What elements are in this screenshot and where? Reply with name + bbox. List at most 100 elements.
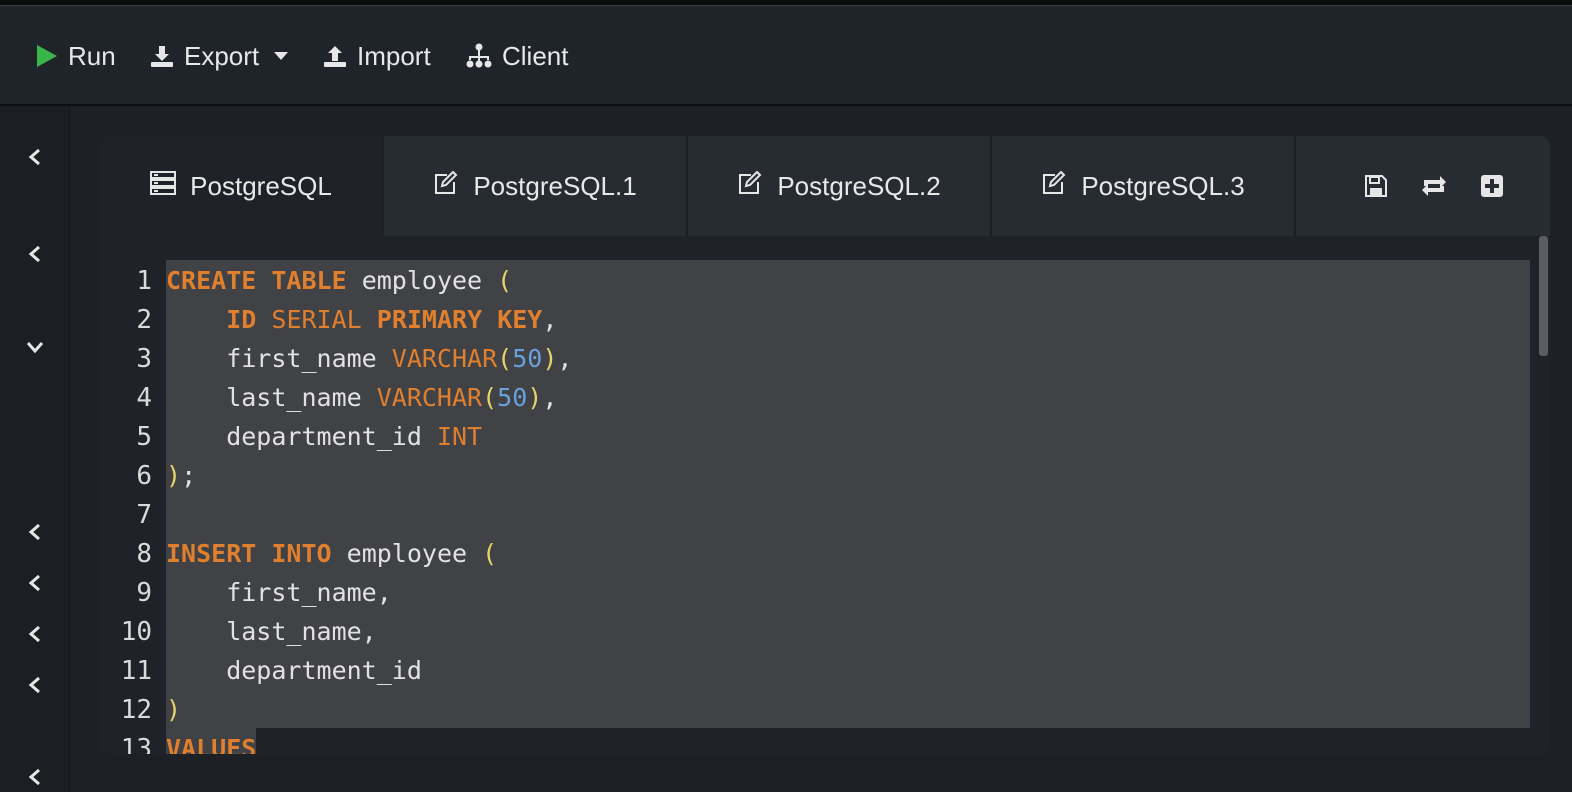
- code-line[interactable]: 9 first_name,: [100, 572, 1540, 611]
- sidebar: [0, 106, 70, 792]
- tab-label: PostgreSQL.1: [473, 170, 637, 201]
- line-number: 3: [136, 344, 152, 374]
- code-area[interactable]: 1 CREATE TABLE employee (2 ID SERIAL PRIM…: [100, 260, 1540, 754]
- code-line[interactable]: 11 department_id: [100, 650, 1540, 689]
- code-line[interactable]: 2 ID SERIAL PRIMARY KEY,: [100, 299, 1540, 338]
- tab-postgresql[interactable]: PostgreSQL: [100, 136, 384, 236]
- code-line[interactable]: 12): [100, 689, 1540, 728]
- code-token: department_id: [166, 422, 437, 451]
- code-line[interactable]: 10 last_name,: [100, 611, 1540, 650]
- import-button[interactable]: Import: [323, 6, 431, 106]
- export-button[interactable]: Export: [150, 6, 289, 106]
- code-token: SERIAL: [271, 305, 362, 334]
- code-line[interactable]: 13 VALUES: [100, 728, 1540, 754]
- run-button[interactable]: Run: [36, 6, 116, 106]
- line-number: 2: [136, 305, 152, 335]
- code-token: first_name,: [166, 578, 392, 607]
- tab-postgresql-2[interactable]: PostgreSQL.2: [688, 136, 992, 236]
- tab-postgresql-1[interactable]: PostgreSQL.1: [384, 136, 688, 236]
- code-token: ,: [542, 305, 558, 334]
- refresh-icon[interactable]: [1420, 174, 1446, 200]
- line-number: 8: [136, 539, 152, 569]
- code-token: VARCHAR: [376, 383, 483, 412]
- code-token: KEY: [497, 305, 543, 334]
- line-text: first_name VARCHAR(50),: [166, 338, 1530, 377]
- tab-bar: PostgreSQL PostgreSQL.1 PostgreSQL.2 Pos…: [100, 136, 1550, 236]
- chevron-down-icon[interactable]: [24, 336, 46, 358]
- code-line[interactable]: 4 last_name VARCHAR(50),: [100, 377, 1540, 416]
- edit-icon: [737, 170, 763, 202]
- code-line[interactable]: 7: [100, 494, 1540, 533]
- save-icon[interactable]: [1364, 174, 1390, 200]
- code-line[interactable]: 1 CREATE TABLE employee (: [100, 260, 1540, 299]
- play-icon: [36, 44, 58, 68]
- code-token: INTO: [271, 539, 332, 568]
- code-token: ,: [542, 383, 558, 412]
- chevron-left-icon[interactable]: [24, 521, 46, 543]
- chevron-left-icon[interactable]: [24, 572, 46, 594]
- scrollbar-thumb[interactable]: [1539, 236, 1548, 356]
- line-number: 6: [136, 461, 152, 491]
- code-token: first_name: [166, 344, 392, 373]
- line-number: 5: [136, 422, 152, 452]
- code-line[interactable]: 5 department_id INT: [100, 416, 1540, 455]
- caret-down-icon: [273, 51, 289, 61]
- code-token: INT: [436, 422, 483, 451]
- toolbar: Run Export Import Client: [0, 6, 1572, 106]
- code-token: VARCHAR: [391, 344, 498, 373]
- export-label: Export: [184, 40, 260, 71]
- line-text: department_id: [166, 650, 1530, 689]
- line-number: 11: [120, 656, 152, 686]
- chevron-left-icon[interactable]: [24, 766, 46, 788]
- code-token: (: [497, 266, 513, 295]
- line-number: 10: [120, 617, 152, 647]
- code-token: employee: [331, 539, 483, 568]
- code-token: last_name: [166, 383, 377, 412]
- line-text: last_name VARCHAR(50),: [166, 377, 1530, 416]
- chevron-left-icon[interactable]: [24, 243, 46, 265]
- line-text: );: [166, 455, 1530, 494]
- line-text: CREATE TABLE employee (: [166, 260, 1530, 299]
- client-button[interactable]: Client: [466, 6, 568, 106]
- sql-editor[interactable]: 1 CREATE TABLE employee (2 ID SERIAL PRIM…: [100, 236, 1550, 754]
- code-token: ,: [557, 344, 573, 373]
- code-token: VALUES: [166, 734, 257, 754]
- code-token: ): [166, 461, 182, 490]
- code-token: employee: [346, 266, 498, 295]
- line-number: 9: [136, 578, 152, 608]
- line-text: last_name,: [166, 611, 1530, 650]
- code-token: ID: [226, 305, 257, 334]
- add-tab-icon[interactable]: [1480, 174, 1506, 200]
- code-token: department_id: [166, 656, 422, 685]
- chevron-left-icon[interactable]: [24, 623, 46, 645]
- chevron-left-icon[interactable]: [24, 146, 46, 168]
- query-panel: PostgreSQL PostgreSQL.1 PostgreSQL.2 Pos…: [100, 136, 1550, 754]
- code-token: ): [542, 344, 558, 373]
- line-number: 7: [136, 500, 152, 530]
- code-token: TABLE: [271, 266, 347, 295]
- line-text: ID SERIAL PRIMARY KEY,: [166, 299, 1530, 338]
- code-line[interactable]: 6);: [100, 455, 1540, 494]
- edit-icon: [1041, 170, 1067, 202]
- line-number: 4: [136, 383, 152, 413]
- code-token: ): [527, 383, 543, 412]
- line-text: [166, 494, 1530, 533]
- tab-label: PostgreSQL.2: [777, 170, 941, 201]
- code-line[interactable]: 8 INSERT INTO employee (: [100, 533, 1540, 572]
- line-text: ): [166, 689, 1530, 728]
- edit-icon: [433, 170, 459, 202]
- tab-postgresql-3[interactable]: PostgreSQL.3: [992, 136, 1296, 236]
- code-token: (: [497, 344, 513, 373]
- code-line[interactable]: 3 first_name VARCHAR(50),: [100, 338, 1540, 377]
- chevron-left-icon[interactable]: [24, 674, 46, 696]
- line-number: 13: [120, 734, 152, 754]
- upload-icon: [323, 44, 347, 68]
- line-text: first_name,: [166, 572, 1530, 611]
- code-token: ;: [181, 461, 197, 490]
- tab-label: PostgreSQL.3: [1081, 170, 1245, 201]
- line-number: 12: [120, 695, 152, 725]
